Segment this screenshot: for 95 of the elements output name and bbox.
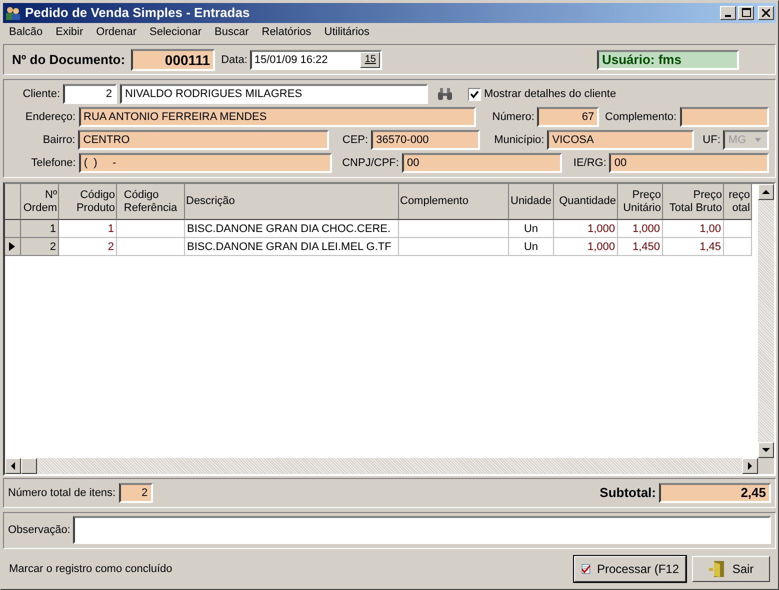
door-icon xyxy=(708,560,726,578)
address-label: Endereço: xyxy=(24,111,76,124)
table-cell: 2 xyxy=(21,238,59,256)
close-icon xyxy=(762,8,770,17)
table-cell: Un xyxy=(509,238,554,256)
show-details-checkbox[interactable] xyxy=(468,88,481,101)
menu-item[interactable]: Relatórios xyxy=(262,26,312,38)
scroll-left-button[interactable] xyxy=(5,458,21,474)
scrollbar-corner xyxy=(758,458,774,474)
maximize-icon xyxy=(742,8,750,18)
phone-field: ( ) - xyxy=(78,153,332,174)
items-total-field: 2 xyxy=(118,482,153,503)
scroll-right-button[interactable] xyxy=(742,458,758,474)
observation-field[interactable] xyxy=(73,516,771,544)
table-cell: 1,00 xyxy=(663,220,724,238)
phone-label: Telefone: xyxy=(30,157,76,170)
binoculars-icon[interactable] xyxy=(437,87,453,102)
table-cell: 1,000 xyxy=(554,220,618,238)
subtotal-label: Subtotal: xyxy=(600,485,656,500)
document-label: Nº do Documento: xyxy=(12,52,126,68)
client-label: Cliente: xyxy=(22,88,60,100)
table-cell: 1 xyxy=(21,220,59,238)
cep-label: CEP: xyxy=(341,134,368,146)
column-header[interactable]: Descrição xyxy=(185,184,399,220)
number-field: 67 xyxy=(537,107,600,128)
menu-item[interactable]: Selecionar xyxy=(150,26,202,38)
show-details-label: Mostrar detalhes do cliente xyxy=(484,88,616,100)
row-indicator[interactable] xyxy=(5,238,21,256)
document-number-field[interactable]: 000111 xyxy=(131,48,216,71)
table-cell: 1,450 xyxy=(618,238,663,256)
left-arrow-icon xyxy=(10,462,16,470)
cep-field: 36570-000 xyxy=(371,130,480,150)
menu-item[interactable]: Buscar xyxy=(214,26,249,38)
table-cell xyxy=(117,238,185,256)
column-header[interactable]: Quantidade xyxy=(554,184,618,220)
ie-label: IE/RG: xyxy=(572,157,606,170)
menu-item[interactable]: Balcão xyxy=(9,26,43,38)
user-field: Usuário: fms xyxy=(597,50,739,70)
column-header[interactable]: Complemento xyxy=(399,184,509,220)
right-arrow-icon xyxy=(747,462,753,470)
calendar-button[interactable]: 15 xyxy=(360,52,380,68)
table-cell xyxy=(724,238,752,256)
table-cell: 1 xyxy=(59,220,117,238)
table-cell: BISC.DANONE GRAN DIA CHOC.CERE. xyxy=(185,220,399,238)
scroll-up-button[interactable] xyxy=(758,184,774,200)
client-code-field[interactable]: 2 xyxy=(63,84,117,104)
column-header[interactable]: Preço Total Bruto xyxy=(663,184,724,220)
column-header[interactable]: Nº Ordem xyxy=(21,184,59,220)
exit-button[interactable]: Sair xyxy=(692,556,770,582)
table-cell: Un xyxy=(509,220,554,238)
complement-label: Complemento: xyxy=(604,111,677,124)
close-button[interactable] xyxy=(758,6,774,20)
scroll-down-button[interactable] xyxy=(758,442,774,458)
table-cell: 2 xyxy=(59,238,117,256)
column-header[interactable]: Código Referência xyxy=(117,184,185,220)
maximize-button[interactable] xyxy=(738,6,754,20)
users-icon xyxy=(5,4,21,21)
menu-item[interactable]: Exibir xyxy=(56,26,84,38)
process-button[interactable]: Processar (F12 xyxy=(574,556,686,582)
table-cell xyxy=(117,220,185,238)
minimize-icon xyxy=(725,14,731,17)
city-field: VICOSA xyxy=(547,130,694,150)
status-text: Marcar o registro como concluído xyxy=(9,563,172,576)
table-cell: BISC.DANONE GRAN DIA LEI.MEL G.TF xyxy=(185,238,399,256)
cnpj-label: CNPJ/CPF: xyxy=(341,157,399,170)
menu-item[interactable]: Ordenar xyxy=(96,26,137,38)
column-header[interactable]: reço otal xyxy=(724,184,752,220)
table-cell: 1,45 xyxy=(663,238,724,256)
observation-label: Observação: xyxy=(8,524,70,536)
up-arrow-icon xyxy=(762,189,770,196)
district-label: Bairro: xyxy=(42,134,76,146)
table-cell xyxy=(724,220,752,238)
subtotal-field: 2,45 xyxy=(659,482,771,503)
scroll-thumb[interactable] xyxy=(21,458,37,474)
table-cell: 1,000 xyxy=(618,220,663,238)
number-label: Número: xyxy=(491,111,534,124)
date-field[interactable]: 15/01/09 16:22 xyxy=(252,54,360,66)
window-title: Pedido de Venda Simples - Entradas xyxy=(25,5,251,20)
date-label: Data: xyxy=(221,54,248,66)
client-name-field[interactable]: NIVALDO RODRIGUES MILAGRES xyxy=(120,84,428,104)
district-field: CENTRO xyxy=(78,130,330,150)
column-header[interactable]: Código Produto xyxy=(59,184,117,220)
minimize-button[interactable] xyxy=(720,6,736,20)
address-field: RUA ANTONIO FERREIRA MENDES xyxy=(78,107,476,128)
column-header[interactable]: Preço Unitário xyxy=(618,184,663,220)
items-total-label: Número total de itens: xyxy=(8,486,116,499)
down-arrow-icon xyxy=(762,446,770,453)
cnpj-field: 00 xyxy=(402,153,562,174)
ie-field: 00 xyxy=(609,153,769,174)
table-cell: 1,000 xyxy=(554,238,618,256)
column-header[interactable]: Unidade xyxy=(509,184,554,220)
menu-item[interactable]: Utilitários xyxy=(324,26,370,38)
uf-label: UF: xyxy=(702,134,720,146)
current-row-icon xyxy=(9,242,15,252)
city-label: Município: xyxy=(493,134,544,146)
